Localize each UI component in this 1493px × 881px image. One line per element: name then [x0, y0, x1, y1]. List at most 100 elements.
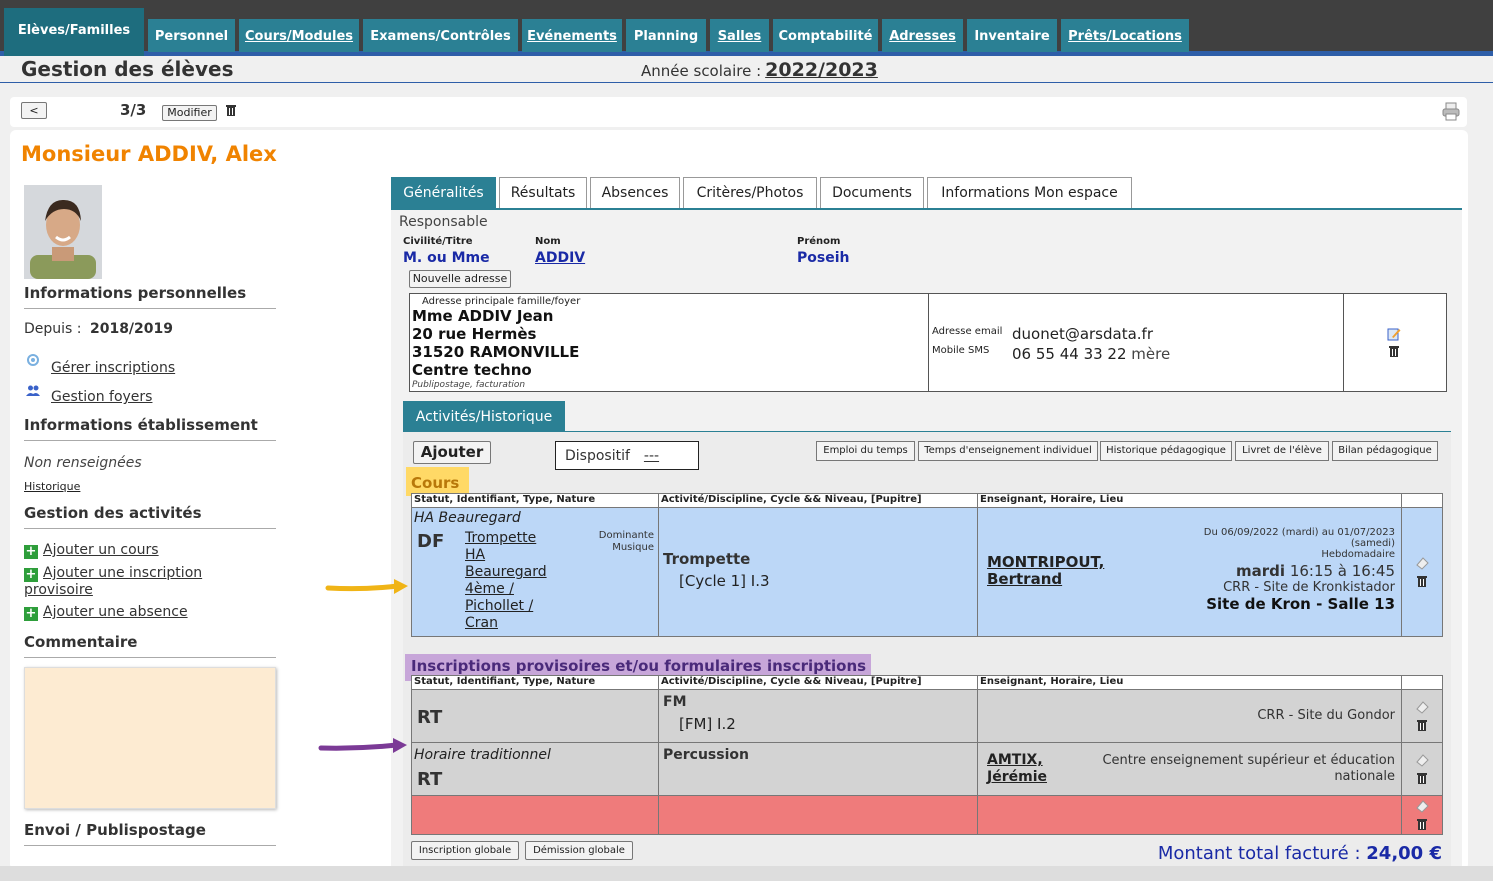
nom-value[interactable]: ADDIV	[535, 250, 585, 266]
cours-cell-discipline: Trompette [Cycle 1] I.3	[658, 507, 978, 637]
trash-icon[interactable]	[1415, 718, 1429, 732]
school-year-value[interactable]: 2022/2023	[765, 59, 878, 81]
sms-value: 06 55 44 33 22	[1012, 345, 1127, 363]
gear-users-icon	[27, 354, 39, 366]
menu-tab-evenements[interactable]: Evénements	[522, 19, 622, 52]
tab-criteres[interactable]: Critères/Photos	[683, 177, 817, 209]
menu-tab-planning[interactable]: Planning	[626, 19, 706, 52]
ajouter-button[interactable]: Ajouter	[413, 441, 491, 464]
insc-cell-discipline: Percussion	[658, 742, 978, 796]
historique-link[interactable]: Historique	[24, 480, 80, 493]
menu-tab-examens[interactable]: Examens/Contrôles	[363, 19, 518, 52]
total-row: Montant total facturé : 24,00 €	[1158, 843, 1442, 864]
table-header: Statut, Identifiant, Type, Nature Activi…	[411, 675, 1443, 690]
edit-icon[interactable]	[1387, 327, 1401, 341]
nom-label: Nom	[535, 236, 561, 247]
inscription-globale-button[interactable]: Inscription globale	[411, 841, 519, 860]
header-divider	[0, 82, 1493, 83]
col-header	[1401, 675, 1443, 690]
plus-icon: +	[24, 567, 38, 582]
cours-link[interactable]: Cran	[465, 615, 547, 632]
email-label: Adresse email	[932, 326, 1003, 337]
teacher-firstname: Bertrand	[987, 570, 1063, 588]
insc-lieu-line: Centre enseignement supérieur et éducati…	[1102, 753, 1395, 768]
prev-record-button[interactable]: <	[21, 102, 47, 119]
cours-frequency: Hebdomadaire	[1321, 549, 1395, 560]
eraser-icon[interactable]	[1415, 556, 1429, 570]
gestion-foyers-link[interactable]: Gestion foyers	[51, 389, 152, 405]
insc-cell-statut: RT	[411, 689, 659, 743]
insc-status: RT	[417, 707, 443, 728]
tab-mon-espace[interactable]: Informations Mon espace	[927, 177, 1132, 209]
section-info-perso: Informations personnelles	[24, 284, 247, 302]
menu-tab-salles[interactable]: Salles	[710, 19, 769, 52]
tab-resultats[interactable]: Résultats	[499, 177, 587, 209]
col-header: Activité/Discipline, Cycle && Niveau, [P…	[658, 675, 978, 690]
table-row[interactable]: HA Beauregard DF Trompette HA Beauregard…	[411, 507, 1443, 637]
add-inscription-link[interactable]: Ajouter une inscription provisoire	[24, 565, 202, 598]
table-header: Statut, Identifiant, Type, Nature Activi…	[411, 493, 1443, 508]
total-value: 24,00 €	[1366, 843, 1442, 864]
temps-enseignement-button[interactable]: Temps d'enseignement individuel	[918, 441, 1098, 461]
tab-documents[interactable]: Documents	[820, 177, 924, 209]
eraser-icon[interactable]	[1415, 753, 1429, 767]
depuis-label: Depuis :	[24, 321, 82, 337]
eraser-icon[interactable]	[1415, 799, 1429, 813]
eraser-icon[interactable]	[1415, 700, 1429, 714]
table-row[interactable]: Horaire traditionnel RT Percussion AMTIX…	[411, 742, 1443, 796]
trash-icon[interactable]	[224, 103, 238, 117]
trash-icon[interactable]	[1415, 817, 1429, 831]
menu-tab-comptabilite[interactable]: Comptabilité	[773, 19, 878, 52]
non-renseignees-text: Non renseignées	[24, 455, 142, 471]
cours-dates-end: (samedi)	[1350, 538, 1395, 549]
cours-group: HA Beauregard	[414, 510, 521, 526]
cours-link[interactable]: 4ème /	[465, 581, 547, 598]
cours-link[interactable]: Trompette	[465, 530, 547, 547]
add-course-link[interactable]: Ajouter un cours	[43, 542, 159, 558]
total-label: Montant total facturé :	[1157, 843, 1361, 864]
insc-type: Horaire traditionnel	[414, 747, 551, 763]
demission-globale-button[interactable]: Démission globale	[525, 841, 633, 860]
record-counter: 3/3	[120, 101, 147, 119]
bilan-pedagogique-button[interactable]: Bilan pédagogique	[1332, 441, 1438, 461]
cours-teacher[interactable]: MONTRIPOUT, Bertrand	[987, 554, 1104, 588]
tab-generalites[interactable]: Généralités	[391, 177, 496, 209]
cours-links: Trompette HA Beauregard 4ème / Pichollet…	[465, 530, 547, 632]
trash-icon[interactable]	[1387, 344, 1401, 358]
dispositif-select[interactable]: Dispositif ---	[555, 441, 699, 470]
add-absence-link[interactable]: Ajouter une absence	[43, 604, 188, 620]
printer-icon[interactable]	[1441, 101, 1461, 121]
menu-tab-eleves[interactable]: Elèves/Familles	[4, 8, 144, 56]
responsable-title: Responsable	[399, 214, 488, 230]
insc-discipline: Percussion	[663, 747, 749, 763]
tab-activites[interactable]: Activités/Historique	[403, 401, 565, 433]
menu-tab-adresses[interactable]: Adresses	[882, 19, 963, 52]
modify-button[interactable]: Modifier	[162, 105, 217, 121]
trash-icon[interactable]	[1415, 574, 1429, 588]
cours-cell-statut: HA Beauregard DF Trompette HA Beauregard…	[411, 507, 659, 637]
cours-link[interactable]: HA	[465, 547, 547, 564]
menu-tab-prets[interactable]: Prêts/Locations	[1061, 19, 1189, 52]
sms-label: Mobile SMS	[932, 345, 990, 356]
menu-tab-inventaire[interactable]: Inventaire	[967, 19, 1057, 52]
cours-link[interactable]: Pichollet /	[465, 598, 547, 615]
menu-tab-personnel[interactable]: Personnel	[148, 19, 235, 52]
livret-eleve-button[interactable]: Livret de l'élève	[1235, 441, 1329, 461]
table-row[interactable]	[411, 795, 1443, 835]
comment-textarea[interactable]	[24, 667, 276, 809]
cours-link[interactable]: Beauregard	[465, 564, 547, 581]
address-line: Mme ADDIV Jean	[412, 307, 554, 325]
tab-absences[interactable]: Absences	[590, 177, 680, 209]
historique-pedagogique-button[interactable]: Historique pédagogique	[1100, 441, 1232, 461]
menu-tab-cours[interactable]: Cours/Modules	[239, 19, 359, 52]
table-row[interactable]: RT FM [FM] I.2 CRR - Site du Gondor	[411, 689, 1443, 743]
civilite-value: M. ou Mme	[403, 250, 490, 266]
address-label: Adresse principale famille/foyer	[422, 296, 581, 307]
gerer-inscriptions-link[interactable]: Gérer inscriptions	[51, 360, 175, 376]
trash-icon[interactable]	[1415, 771, 1429, 785]
plus-icon: +	[24, 606, 38, 621]
insc-teacher[interactable]: AMTIX, Jérémie	[987, 752, 1047, 786]
cours-discipline: Trompette	[663, 550, 751, 568]
emploi-du-temps-button[interactable]: Emploi du temps	[816, 441, 915, 461]
nouvelle-adresse-button[interactable]: Nouvelle adresse	[409, 270, 511, 288]
